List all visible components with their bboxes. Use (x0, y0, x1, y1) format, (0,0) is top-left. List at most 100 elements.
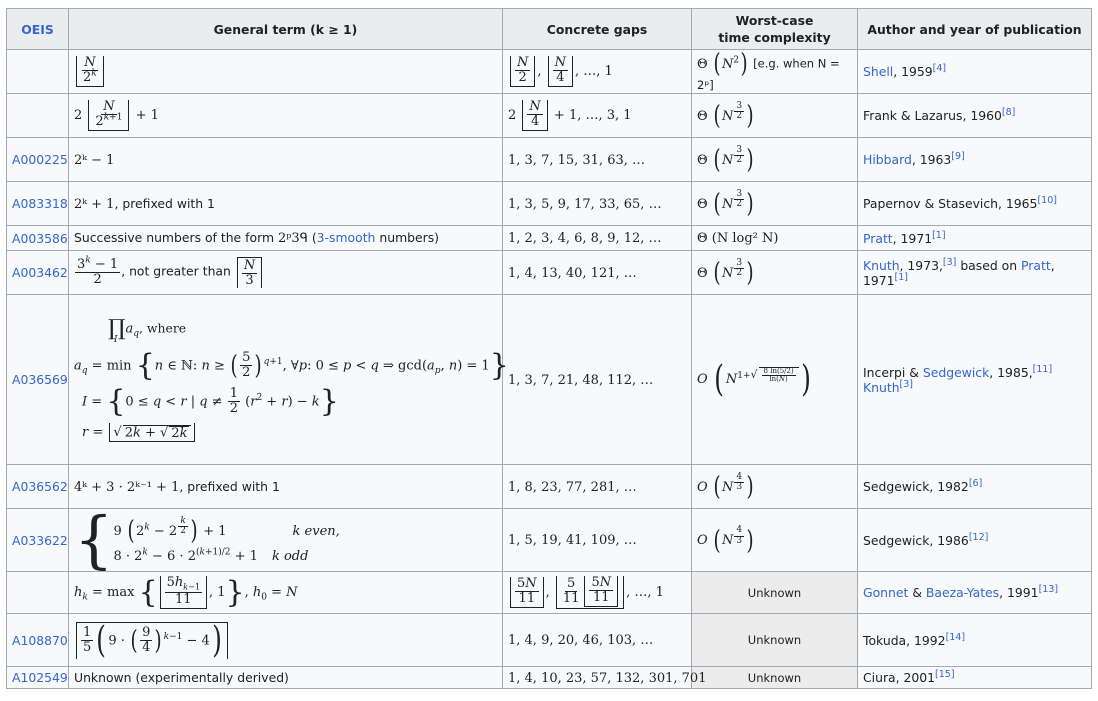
citation-link[interactable]: [15] (935, 669, 955, 680)
general-term-cell: 2ᵏ + 1, prefixed with 1 (68, 181, 503, 226)
formula: N 2k (74, 56, 106, 87)
concrete-gaps-cell: 1, 3, 5, 9, 17, 33, 65, … (502, 181, 692, 226)
author-cell: Tokuda, 1992[14] (857, 613, 1092, 667)
three-smooth-link[interactable]: 3-smooth (317, 230, 376, 245)
author-cell: Hibbard, 1963[9] (857, 137, 1092, 182)
oeis-link[interactable]: A003586 (12, 231, 68, 246)
author-link[interactable]: Hibbard (863, 152, 912, 167)
complexity-cell: O (N1+√ 8 ln(5/2) ln(N)) (691, 294, 858, 465)
complexity-cell: Unknown (691, 613, 858, 667)
author-cell: Sedgewick, 1982[6] (857, 464, 1092, 509)
oeis-link[interactable]: A108870 (12, 633, 68, 648)
table-row: A083318 2ᵏ + 1, prefixed with 1 1, 3, 5,… (6, 181, 1092, 226)
author-link[interactable]: Gonnet (863, 585, 908, 600)
citation-link[interactable]: [11] (1033, 363, 1053, 374)
table-row: A036569 ∏aq, where I aq = min {n ∈ ℕ: n … (6, 294, 1092, 465)
citation-link[interactable]: [8] (1002, 107, 1015, 118)
author-cell: Sedgewick, 1986[12] (857, 508, 1092, 572)
author-link[interactable]: Sedgewick (923, 365, 989, 380)
general-term-cell: ∏aq, where I aq = min {n ∈ ℕ: n ≥ (5 2) q+… (68, 294, 509, 465)
citation-link[interactable]: [4] (933, 63, 946, 74)
citation-link[interactable]: [12] (969, 531, 989, 542)
oeis-link[interactable]: A036569 (12, 372, 68, 387)
citation-link[interactable]: [1] (895, 271, 908, 282)
author-cell: Knuth, 1973,[3] based on Pratt, 1971[1] (857, 250, 1092, 295)
header-author-year: Author and year of publication (857, 8, 1092, 50)
oeis-link[interactable]: A083318 (12, 196, 68, 211)
author-cell: Frank & Lazarus, 1960[8] (857, 93, 1092, 138)
oeis-cell: A003462 (6, 250, 69, 295)
complexity-cell: Θ (N log² N) (691, 225, 858, 251)
header-row: OEIS General term (k ≥ 1) Concrete gaps … (6, 8, 1092, 50)
citation-link[interactable]: [3] (900, 378, 913, 389)
citation-link[interactable]: [3] (943, 256, 956, 267)
citation-link[interactable]: [9] (951, 151, 964, 162)
citation-link[interactable]: [10] (1037, 195, 1057, 206)
general-term-cell: N 2k (68, 49, 503, 94)
general-term-cell: { 9 (2k − 2 k 2) + 1k even, 8 · 2k − 6 · 2… (68, 503, 503, 576)
oeis-cell (6, 93, 69, 138)
citation-link[interactable]: [6] (969, 478, 982, 489)
author-cell: Incerpi & Sedgewick, 1985,[11] Knuth[3] (857, 294, 1092, 465)
author-link[interactable]: Baeza-Yates (926, 585, 999, 600)
complexity-cell: Θ (N 3 2) (691, 181, 858, 226)
author-cell: Pratt, 1971[1] (857, 225, 1092, 251)
formula-block: ∏aq, where I aq = min {n ∈ ℕ: n ≥ (5 2) q+… (74, 315, 509, 442)
concrete-gaps-cell: N2, N4, …, 1 (502, 49, 692, 94)
concrete-gaps-cell: 1, 4, 10, 23, 57, 132, 301, 701 (502, 666, 706, 689)
complexity-cell: O (N 4 3) (691, 508, 858, 572)
author-link[interactable]: Knuth (863, 258, 900, 273)
header-general-term: General term (k ≥ 1) (68, 8, 503, 50)
author-link[interactable]: Knuth (863, 380, 900, 395)
oeis-cell: A033622 (6, 508, 69, 572)
oeis-cell: A036569 (6, 294, 69, 465)
concrete-gaps-cell: 2 N4 + 1, …, 3, 1 (502, 93, 692, 138)
citation-link[interactable]: [13] (1039, 584, 1059, 595)
concrete-gaps-cell: 1, 4, 13, 40, 121, … (502, 250, 692, 295)
table-row: A003586 Successive numbers of the form 2… (6, 225, 1092, 251)
concrete-gaps-cell: 1, 5, 19, 41, 109, … (502, 508, 692, 572)
table-row: hk = max {5hk−1 11, 1}, h0 = N 5N 11, 5 11 5… (6, 571, 1092, 614)
oeis-cell (6, 571, 69, 614)
general-term-cell: Successive numbers of the form 2ᵖ3ᑫ (3-s… (68, 225, 503, 251)
oeis-link[interactable]: A003462 (12, 265, 68, 280)
author-link[interactable]: Pratt (863, 231, 893, 246)
oeis-cell: A000225 (6, 137, 69, 182)
concrete-gaps-cell: 5N 11, 5 11 5N 11, …, 1 (502, 571, 692, 614)
author-link[interactable]: Pratt (1021, 258, 1051, 273)
oeis-link[interactable]: A033622 (12, 533, 68, 548)
complexity-cell: Θ (N 3 2) (691, 93, 858, 138)
concrete-gaps-cell: 1, 8, 23, 77, 281, … (502, 464, 692, 509)
author-cell: Gonnet & Baeza-Yates, 1991[13] (857, 571, 1092, 614)
oeis-link[interactable]: A000225 (12, 152, 68, 167)
header-oeis[interactable]: OEIS (6, 8, 69, 50)
complexity-cell: Unknown (691, 666, 858, 689)
oeis-link[interactable]: A036562 (12, 479, 68, 494)
oeis-cell (6, 49, 69, 94)
table-row: 2 N 2k+1 + 1 2 N4 + 1, …, 3, 1 Θ (N 3 2) Fr… (6, 93, 1092, 138)
complexity-cell: Unknown (691, 571, 858, 614)
gap-sequence-table: OEIS General term (k ≥ 1) Concrete gaps … (6, 8, 1092, 689)
citation-link[interactable]: [1] (932, 229, 945, 240)
oeis-cell: A083318 (6, 181, 69, 226)
author-cell: Shell, 1959[4] (857, 49, 1092, 94)
author-link[interactable]: Shell (863, 64, 893, 79)
table-row: A036562 4ᵏ + 3 · 2ᵏ⁻¹ + 1, prefixed with… (6, 464, 1092, 509)
oeis-link[interactable]: A102549 (12, 670, 68, 685)
concrete-gaps-cell: 1, 2, 3, 4, 6, 8, 9, 12, … (502, 225, 692, 251)
complexity-cell: Θ (N 3 2) (691, 250, 858, 295)
general-term-cell: hk = max {5hk−1 11, 1}, h0 = N (68, 571, 503, 614)
piecewise-formula: { 9 (2k − 2 k 2) + 1k even, 8 · 2k − 6 · 2… (74, 503, 340, 576)
citation-link[interactable]: [14] (946, 631, 966, 642)
oeis-cell: A036562 (6, 464, 69, 509)
table-row: A102549 Unknown (experimentally derived)… (6, 666, 1092, 689)
general-term-cell: 1 5(9 · (9 4) k−1 − 4) (68, 613, 503, 667)
general-term-cell: 2ᵏ − 1 (68, 137, 503, 182)
general-term-cell: 4ᵏ + 3 · 2ᵏ⁻¹ + 1, prefixed with 1 (68, 464, 503, 509)
header-concrete-gaps: Concrete gaps (502, 8, 692, 50)
concrete-gaps-cell: 1, 3, 7, 15, 31, 63, … (502, 137, 692, 182)
general-term-cell: Unknown (experimentally derived) (68, 666, 503, 689)
author-cell: Papernov & Stasevich, 1965[10] (857, 181, 1092, 226)
oeis-cell: A003586 (6, 225, 69, 251)
shell-sort-gap-sequence-table-wrapper: OEIS General term (k ≥ 1) Concrete gaps … (6, 8, 1092, 689)
